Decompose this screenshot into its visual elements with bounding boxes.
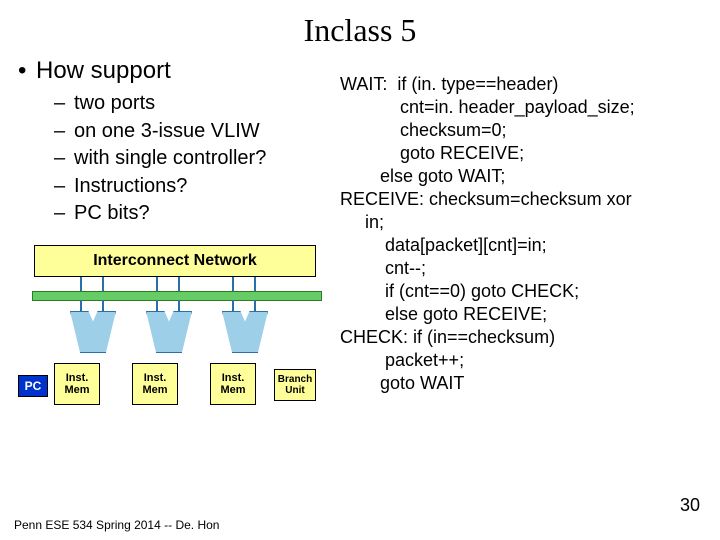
inst-mem-box: Inst. Mem [210,363,256,405]
diagram-mid [18,277,326,363]
inst-mem-box: Inst. Mem [54,363,100,405]
sub-bullet-text: with single controller? [74,146,266,172]
wire-icon [178,277,180,291]
code-line: goto RECEIVE; [340,142,705,165]
code-line: goto WAIT [340,372,705,395]
wire-icon [102,277,104,291]
sub-bullet: – two ports [54,91,340,117]
sub-bullet-list: – two ports – on one 3-issue VLIW – with… [54,91,340,227]
dash-icon: – [54,146,74,172]
vliw-diagram: Interconnect Network [18,245,326,405]
slide-title: Inclass 5 [0,0,720,53]
wire-icon [254,277,256,291]
code-line: data[packet][cnt]=in; [340,234,705,257]
alu-icon [70,311,116,353]
code-line: if (cnt==0) goto CHECK; [340,280,705,303]
bus-bar [32,291,322,301]
dash-icon: – [54,91,74,117]
inst-mem-box: Inst. Mem [132,363,178,405]
code-line: else goto WAIT; [340,165,705,188]
wire-icon [178,300,180,312]
sub-bullet: – PC bits? [54,201,340,227]
wire-icon [232,300,234,312]
code-line: cnt=in. header_payload_size; [340,96,705,119]
code-line: in; [340,211,705,234]
bullet-dot-icon: • [18,57,36,85]
wire-icon [254,300,256,312]
footer-text: Penn ESE 534 Spring 2014 -- De. Hon [14,518,219,532]
dash-icon: – [54,119,74,145]
wire-icon [80,277,82,291]
sub-bullet: – Instructions? [54,174,340,200]
alu-icon [146,311,192,353]
code-line: RECEIVE: checksum=checksum xor [340,188,705,211]
sub-bullet-text: on one 3-issue VLIW [74,119,260,145]
code-line: CHECK: if (in==checksum) [340,326,705,349]
sub-bullet-text: PC bits? [74,201,150,227]
content-columns: • How support – two ports – on one 3-iss… [0,53,720,405]
code-line: packet++; [340,349,705,372]
wire-icon [156,300,158,312]
interconnect-box: Interconnect Network [34,245,316,277]
alu-icon [222,311,268,353]
wire-icon [156,277,158,291]
bullet-main: • How support [18,57,340,85]
code-line: cnt--; [340,257,705,280]
wire-icon [232,277,234,291]
dash-icon: – [54,201,74,227]
right-column-code: WAIT: if (in. type==header) cnt=in. head… [340,53,705,405]
diagram-bottom-row: PC Inst. Mem Inst. Mem Inst. Mem Branch … [18,363,326,405]
sub-bullet: – with single controller? [54,146,340,172]
code-line: WAIT: if (in. type==header) [340,73,705,96]
bullet-main-text: How support [36,57,171,85]
wire-icon [102,300,104,312]
left-column: • How support – two ports – on one 3-iss… [0,53,340,405]
sub-bullet-text: two ports [74,91,155,117]
dash-icon: – [54,174,74,200]
mem-row: Inst. Mem Inst. Mem Inst. Mem [54,363,256,405]
page-number: 30 [680,495,700,516]
slide: Inclass 5 • How support – two ports – on… [0,0,720,540]
sub-bullet-text: Instructions? [74,174,187,200]
branch-unit-box: Branch Unit [274,369,316,401]
code-line: else goto RECEIVE; [340,303,705,326]
wire-icon [80,300,82,312]
sub-bullet: – on one 3-issue VLIW [54,119,340,145]
pc-box: PC [18,375,48,397]
code-line: checksum=0; [340,119,705,142]
